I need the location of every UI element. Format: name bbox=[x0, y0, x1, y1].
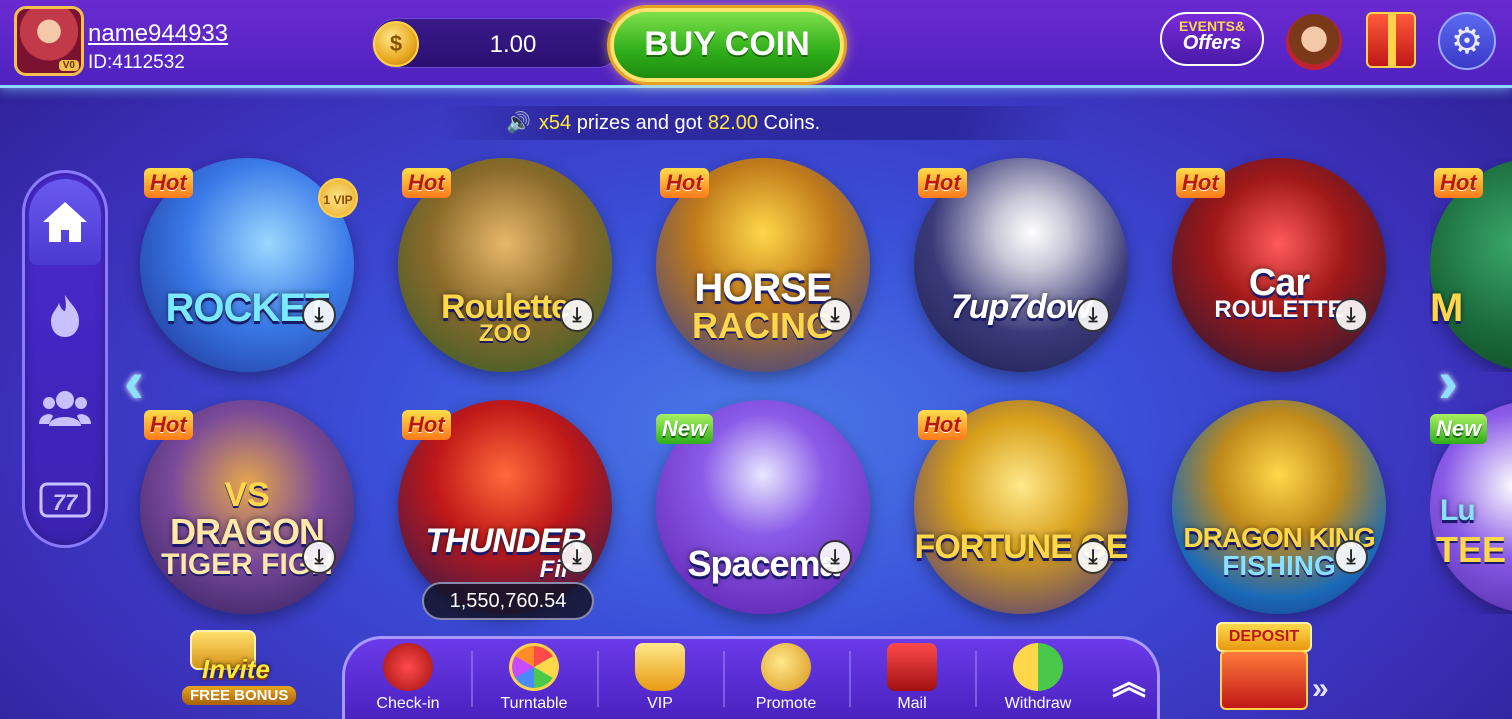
game-subtitle: TEE bbox=[1436, 529, 1507, 570]
new-badge: New bbox=[1430, 414, 1488, 444]
turntable-wheel-icon bbox=[509, 643, 559, 691]
hot-badge: Hot bbox=[660, 168, 709, 198]
settings-gear-icon[interactable]: ⚙ bbox=[1438, 12, 1496, 70]
game-tile-roulette-zoo[interactable]: Hot Roulette ZOO ⤓ bbox=[398, 158, 612, 372]
customer-support-icon[interactable] bbox=[1286, 14, 1342, 70]
download-icon[interactable]: ⤓ bbox=[1334, 298, 1368, 332]
speaker-icon: 🔊 bbox=[506, 112, 531, 134]
download-icon[interactable]: ⤓ bbox=[1076, 540, 1110, 574]
bottom-nav-label: VIP bbox=[647, 695, 673, 712]
events-offers-button[interactable]: EVENTS& Offers bbox=[1160, 12, 1264, 66]
game-tile-horse-racing[interactable]: Hot HORSE RACING ⤓ bbox=[656, 158, 870, 372]
avatar[interactable]: V0 bbox=[14, 6, 84, 76]
download-icon[interactable]: ⤓ bbox=[560, 540, 594, 574]
game-title: M bbox=[1430, 286, 1463, 330]
winner-marquee: 🔊 x54 prizes and got 82.00 Coins. bbox=[440, 106, 1080, 140]
invite-bonus-label: FREE BONUS bbox=[182, 686, 297, 705]
coin-icon: $ bbox=[373, 21, 419, 67]
game-art bbox=[1172, 400, 1386, 614]
download-icon[interactable]: ⤓ bbox=[818, 298, 852, 332]
download-icon[interactable]: ⤓ bbox=[1076, 298, 1110, 332]
home-icon bbox=[43, 202, 87, 242]
deposit-button[interactable]: DEPOSIT » bbox=[1204, 616, 1334, 716]
invite-button[interactable]: Invite FREE BONUS bbox=[162, 628, 302, 708]
promote-coins-icon bbox=[761, 643, 811, 691]
download-icon[interactable]: ⤓ bbox=[1334, 540, 1368, 574]
hot-badge: Hot bbox=[1176, 168, 1225, 198]
game-tile-dragon-tiger-fight[interactable]: Hot VS DRAGON TIGER FIGH ⤓ bbox=[140, 400, 354, 614]
bottom-nav-turntable[interactable]: Turntable bbox=[471, 639, 597, 719]
game-subtitle: Fir bbox=[539, 556, 571, 583]
checkin-seal-icon bbox=[383, 643, 433, 691]
game-tile-fortune-gems[interactable]: Hot FORTUNE GE ⤓ bbox=[914, 400, 1128, 614]
marquee-amount: 82.00 bbox=[707, 112, 758, 134]
bottom-nav-label: Turntable bbox=[500, 695, 568, 712]
hot-badge: Hot bbox=[402, 410, 451, 440]
balance-display: $ 1.00 bbox=[372, 18, 622, 68]
download-icon[interactable]: ⤓ bbox=[818, 540, 852, 574]
game-tile-partial-right-1[interactable]: Hot M bbox=[1430, 158, 1512, 372]
balance-value: 1.00 bbox=[489, 31, 537, 58]
new-badge: New bbox=[656, 414, 714, 444]
fire-icon bbox=[51, 295, 79, 337]
marquee-suffix: Coins. bbox=[763, 112, 821, 134]
events-label: EVENTS& bbox=[1178, 18, 1246, 34]
marquee-multiplier: x54 bbox=[538, 112, 572, 134]
gift-icon[interactable] bbox=[1366, 12, 1416, 68]
people-icon bbox=[39, 391, 91, 426]
download-icon[interactable]: ⤓ bbox=[302, 540, 336, 574]
bottom-nav-vip[interactable]: VIP bbox=[597, 639, 723, 719]
hot-badge: Hot bbox=[918, 168, 967, 198]
buy-coin-button[interactable]: BUY COIN bbox=[610, 8, 844, 82]
bottom-nav-promote[interactable]: Promote bbox=[723, 639, 849, 719]
bottom-nav-label: Promote bbox=[755, 695, 817, 712]
jackpot-counter: 1,550,760.54 bbox=[422, 582, 594, 620]
marquee-text: prizes and got bbox=[576, 112, 703, 134]
bottom-nav-checkin[interactable]: Check-in bbox=[345, 639, 471, 719]
bottom-nav-bar: Check-in Turntable VIP Promote Mail With… bbox=[342, 636, 1160, 719]
game-tile-rocket[interactable]: Hot 1 VIP ROCKET ⤓ bbox=[140, 158, 358, 372]
bottom-nav-withdraw[interactable]: Withdraw bbox=[975, 639, 1101, 719]
deposit-label: DEPOSIT bbox=[1216, 622, 1312, 652]
game-tile-partial-right-2[interactable]: New Lu TEE bbox=[1430, 400, 1512, 614]
user-id: ID:4112532 bbox=[88, 52, 185, 73]
category-sidebar: 77 bbox=[22, 170, 108, 548]
bottom-nav-label: Check-in bbox=[376, 695, 440, 712]
offers-label: Offers bbox=[1182, 32, 1242, 54]
game-tile-dragon-king-fishing[interactable]: DRAGON KING FISHING ⤓ bbox=[1172, 400, 1386, 614]
sidebar-item-hot[interactable] bbox=[29, 273, 101, 359]
bottom-nav-label: Withdraw bbox=[1004, 695, 1072, 712]
username[interactable]: name944933 bbox=[88, 20, 228, 48]
game-tile-car-roulette[interactable]: Hot Car ROULETTE ⤓ bbox=[1172, 158, 1386, 372]
slots-777-icon: 77 bbox=[39, 482, 91, 518]
download-icon[interactable]: ⤓ bbox=[302, 298, 336, 332]
versus-label: VS bbox=[224, 476, 270, 514]
mail-envelope-icon bbox=[887, 643, 937, 691]
hot-badge: Hot bbox=[918, 410, 967, 440]
top-bar: V0 name944933 ID:4112532 $ 1.00 BUY COIN… bbox=[0, 0, 1512, 88]
invite-label: Invite bbox=[202, 654, 270, 684]
svg-text:77: 77 bbox=[53, 490, 79, 515]
bottom-nav-mail[interactable]: Mail bbox=[849, 639, 975, 719]
game-title: Lu bbox=[1440, 494, 1476, 527]
download-icon[interactable]: ⤓ bbox=[560, 298, 594, 332]
hot-badge: Hot bbox=[402, 168, 451, 198]
vip-requirement-badge: 1 VIP bbox=[318, 178, 358, 218]
hot-badge: Hot bbox=[144, 410, 193, 440]
vip-level-badge: V0 bbox=[58, 60, 79, 71]
sidebar-item-slots[interactable]: 77 bbox=[29, 457, 101, 543]
expand-menu-chevron-up-icon[interactable]: ︽ bbox=[1109, 663, 1149, 703]
withdraw-arrows-icon bbox=[1013, 643, 1063, 691]
game-tile-7up7down[interactable]: Hot 7up7dow ⤓ bbox=[914, 158, 1128, 372]
sidebar-item-home[interactable] bbox=[29, 179, 101, 265]
hot-badge: Hot bbox=[144, 168, 193, 198]
chevron-right-icon: » bbox=[1312, 672, 1329, 705]
game-tile-spaceman[interactable]: New Spacema ⤓ bbox=[656, 400, 870, 614]
bottom-nav-label: Mail bbox=[897, 695, 927, 712]
deposit-shop-icon bbox=[1220, 650, 1308, 710]
hot-badge: Hot bbox=[1434, 168, 1483, 198]
scroll-left-arrow[interactable]: ‹ bbox=[112, 352, 156, 416]
vip-crown-icon bbox=[635, 643, 685, 691]
sidebar-item-social[interactable] bbox=[29, 365, 101, 451]
